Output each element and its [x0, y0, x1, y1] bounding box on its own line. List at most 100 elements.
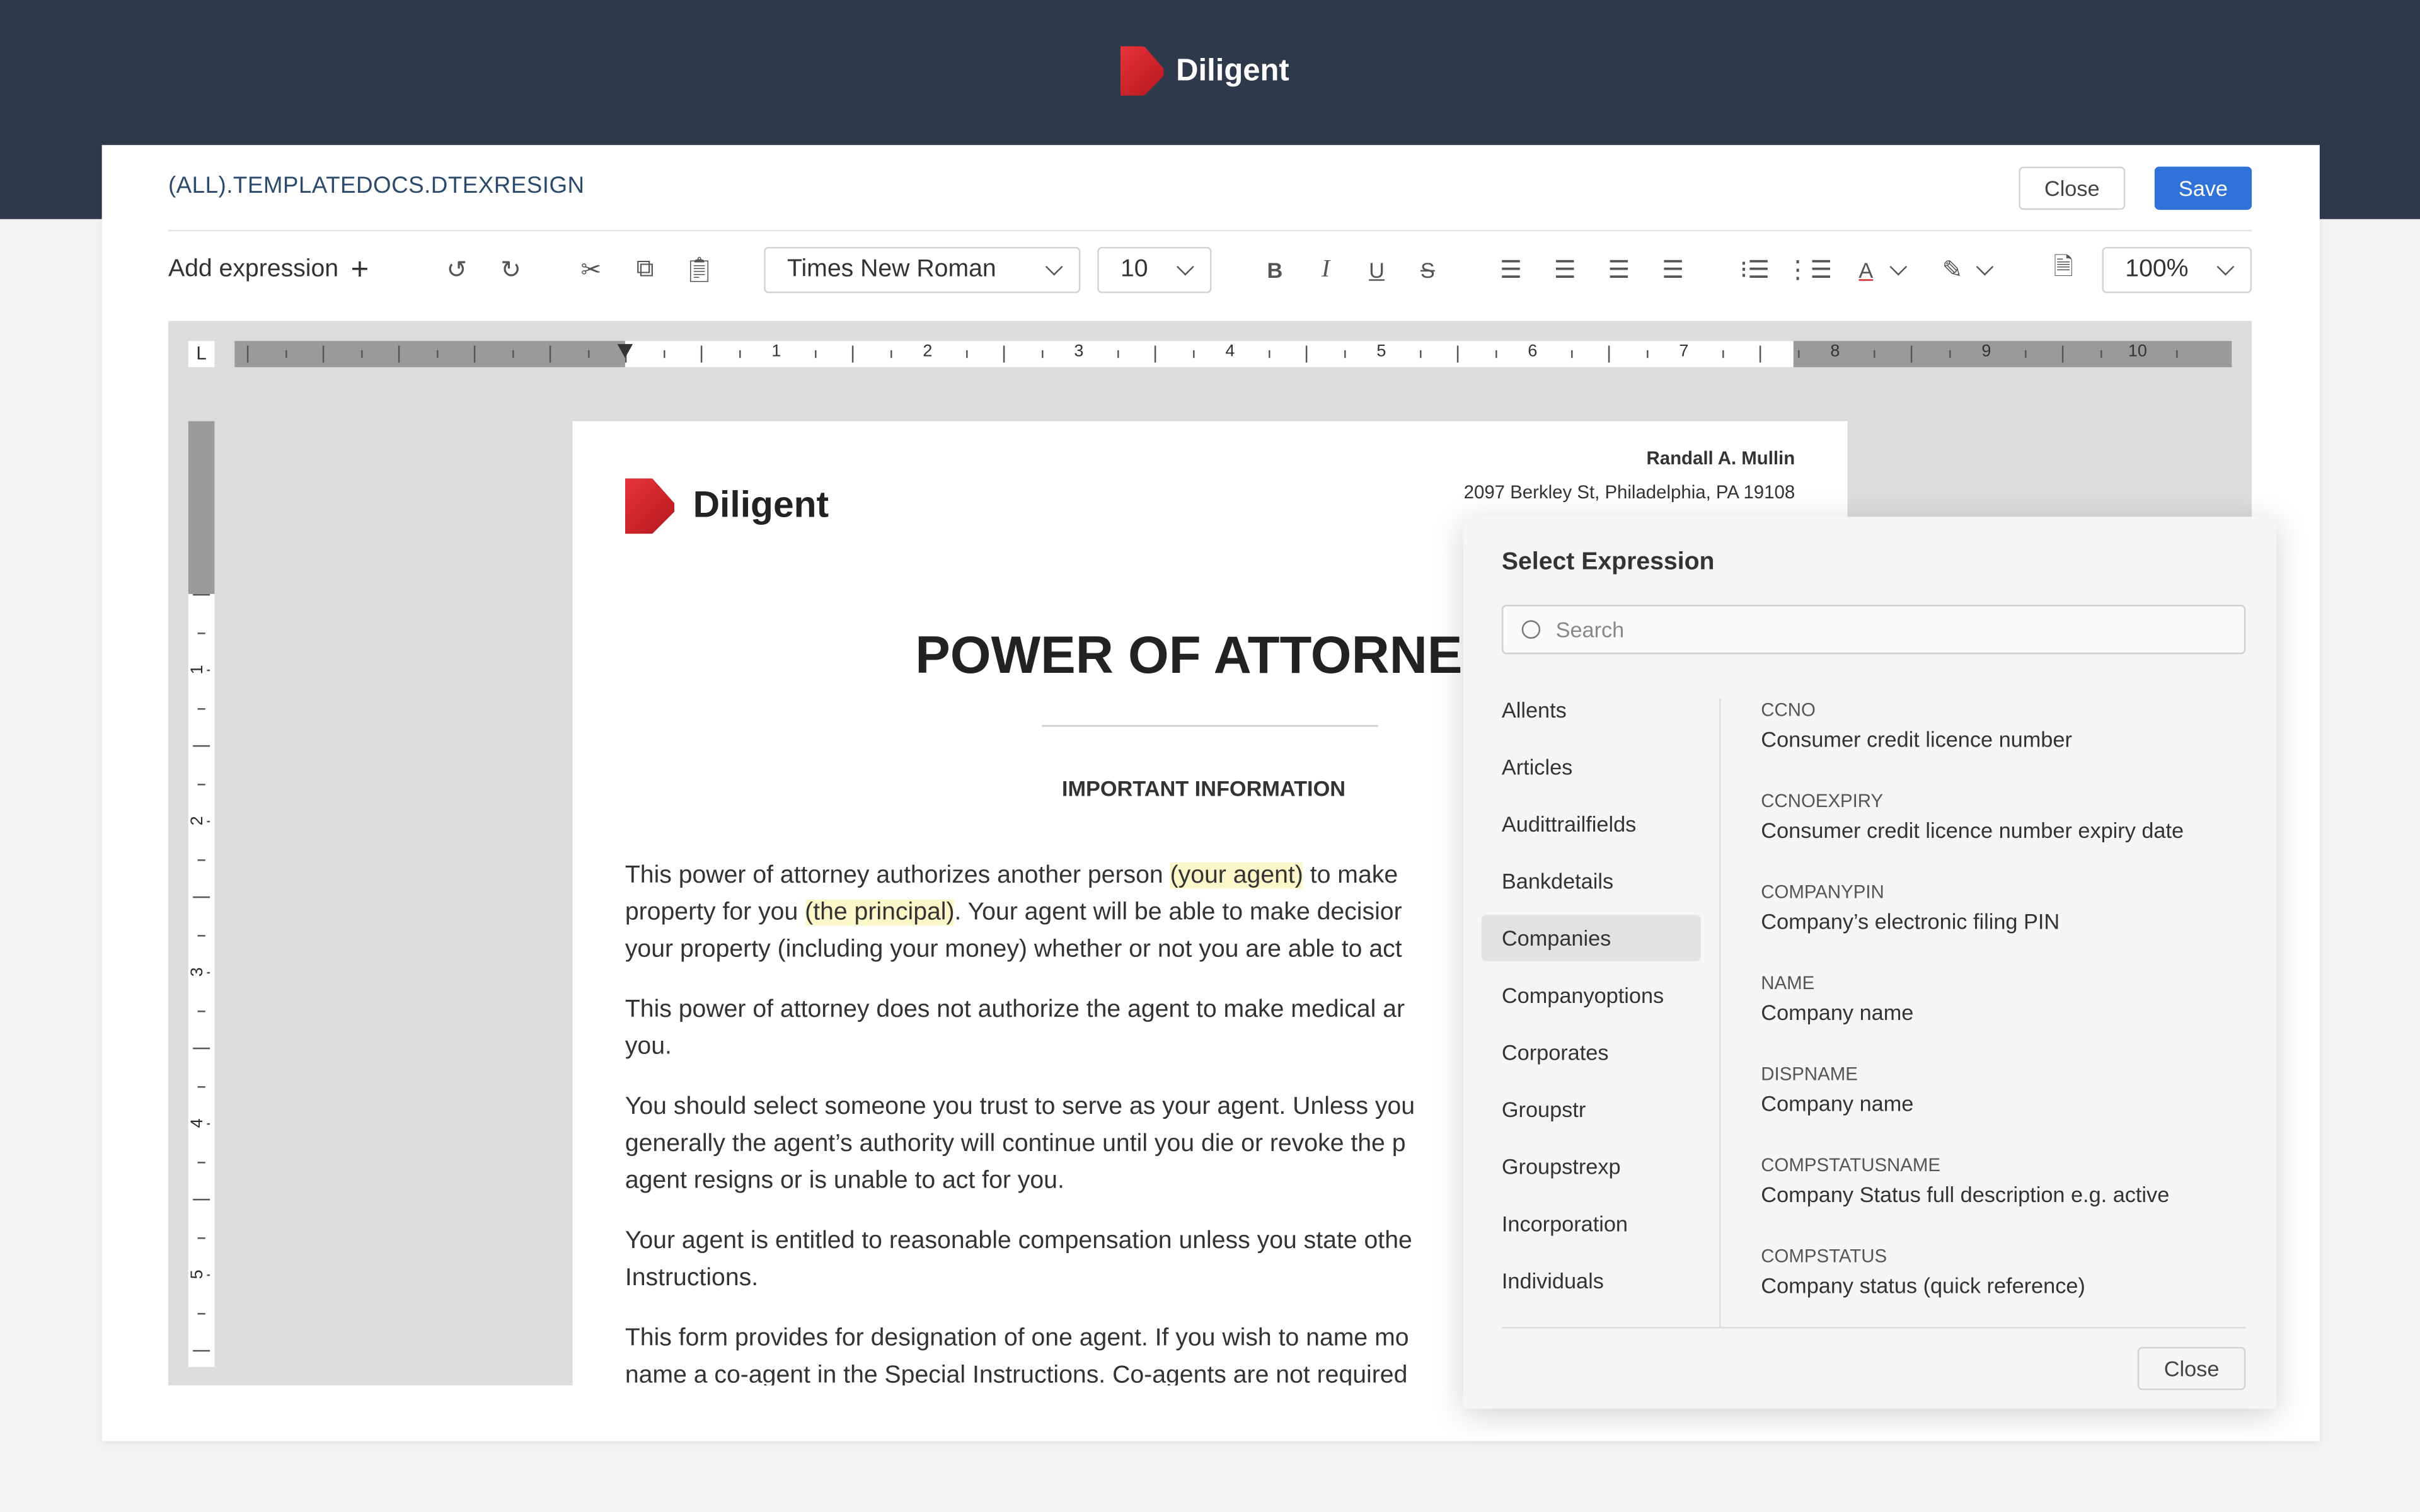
undo-icon[interactable]: ↺ — [437, 250, 477, 290]
expression-highlight[interactable]: (the principal) — [805, 899, 955, 926]
copy-icon[interactable]: ⧉ — [625, 250, 666, 290]
italic-icon[interactable]: I — [1306, 250, 1346, 290]
expression-key: CCNOEXPIRY — [1761, 789, 1884, 812]
ruler-tick — [1343, 350, 1345, 358]
text-color-button[interactable]: A — [1846, 247, 1908, 293]
bullet-list-icon[interactable]: ⁝☰ — [1735, 250, 1775, 290]
zoom-select[interactable]: 100% — [2102, 246, 2252, 294]
column-divider — [1719, 699, 1721, 1327]
ruler-tick — [193, 745, 210, 747]
text: property for you — [625, 899, 805, 926]
font-size-select[interactable]: 10 — [1097, 246, 1212, 294]
ruler-tick — [197, 707, 205, 709]
ruler-tick — [2061, 345, 2064, 363]
category-item[interactable]: Groupstr — [1482, 1086, 1701, 1132]
template-title: (ALL).TEMPLATEDOCS.DTEXRESIGN — [168, 173, 585, 199]
category-item[interactable]: Allents — [1482, 687, 1701, 733]
expression-highlight[interactable]: (your agent) — [1170, 862, 1303, 889]
ruler-tick — [549, 345, 551, 363]
category-item[interactable]: Incorporation — [1482, 1200, 1701, 1246]
ruler-tick — [197, 1236, 205, 1239]
ruler-tick — [360, 350, 362, 358]
expression-description: Company name — [1761, 1091, 1914, 1116]
expression-description: Company’s electronic filing PIN — [1761, 908, 2060, 934]
text: Your agent is entitled to reasonable com… — [625, 1228, 1412, 1255]
ruler-label: 1 — [188, 665, 207, 675]
category-item[interactable]: Companies — [1482, 915, 1701, 961]
cut-icon[interactable]: ✂ — [571, 250, 611, 290]
expression-key: CCNO — [1761, 699, 1816, 721]
search-input[interactable]: Search — [1501, 605, 2246, 655]
numbered-list-icon[interactable]: ⋮☰ — [1785, 250, 1832, 290]
expression-item[interactable]: COMPSTATUS Company status (quick referenc… — [1761, 1245, 2085, 1297]
paste-icon[interactable]: 📋︎ — [679, 250, 720, 290]
document-title: POWER OF ATTORNE — [915, 626, 1463, 685]
title-rule — [1042, 725, 1378, 727]
ruler-label: 5 — [188, 1269, 207, 1280]
ruler-tick — [193, 1349, 210, 1352]
expression-item[interactable]: NAME Company name — [1761, 972, 1913, 1024]
align-left-icon[interactable]: ☰ — [1491, 250, 1531, 290]
document-brand: Diligent — [693, 484, 829, 527]
ruler-tick — [1305, 345, 1308, 363]
chevron-down-icon — [1045, 258, 1063, 276]
sender-name: Randall A. Mullin — [1646, 447, 1795, 469]
ruler-tick — [511, 350, 514, 358]
tab-stop-selector[interactable]: L — [188, 341, 215, 367]
expression-item[interactable]: COMPSTATUSNAME Company Status full descri… — [1761, 1154, 2169, 1206]
ruler-tick — [1759, 345, 1761, 363]
category-item[interactable]: Articles — [1482, 743, 1701, 789]
expression-item[interactable]: CCNO Consumer credit licence number — [1761, 699, 2072, 751]
save-button[interactable]: Save — [2154, 166, 2252, 210]
indent-marker-icon[interactable] — [617, 344, 633, 358]
ruler-tick — [193, 593, 210, 596]
redo-icon[interactable]: ↻ — [491, 250, 531, 290]
text: This form provides for designation of on… — [625, 1325, 1409, 1352]
ruler-tick — [1570, 350, 1572, 358]
align-right-icon[interactable]: ☰ — [1599, 250, 1639, 290]
horizontal-ruler[interactable]: 1 2 3 4 5 6 7 8 9 10 — [234, 341, 2232, 367]
ruler-tick — [1192, 350, 1194, 358]
category-item[interactable]: Individuals — [1482, 1257, 1701, 1303]
page-setup-icon[interactable]: 🗎︎ — [2043, 250, 2083, 290]
category-item[interactable]: Companyoptions — [1482, 972, 1701, 1018]
text: You should select someone you trust to s… — [625, 1094, 1415, 1120]
popup-title: Select Expression — [1501, 549, 1715, 576]
align-justify-icon[interactable]: ☰ — [1653, 250, 1693, 290]
ruler-tick — [1419, 350, 1421, 358]
text-color-icon: A — [1858, 257, 1874, 283]
align-center-icon[interactable]: ☰ — [1545, 250, 1585, 290]
ruler-tick — [814, 350, 816, 358]
expression-key: DISPNAME — [1761, 1063, 1858, 1085]
expression-item[interactable]: COMPANYPIN Company’s electronic filing PI… — [1761, 881, 2060, 933]
brand-name: Diligent — [1176, 53, 1289, 88]
category-item[interactable]: Audittrailfields — [1482, 801, 1701, 847]
bold-icon[interactable]: B — [1255, 250, 1295, 290]
ruler-tick — [851, 345, 854, 363]
close-button[interactable]: Close — [2019, 166, 2126, 210]
category-item[interactable]: Corporates — [1482, 1029, 1701, 1075]
search-placeholder: Search — [1555, 617, 1625, 642]
category-item[interactable]: Bankdetails — [1482, 858, 1701, 904]
ruler-tick — [1003, 345, 1005, 363]
add-expression-button[interactable]: Add expression + — [168, 247, 369, 293]
text: . Your agent will be able to make decisi… — [954, 899, 1402, 926]
category-item[interactable]: Groupstrexp — [1482, 1143, 1701, 1189]
document-logo: Diligent — [625, 478, 829, 534]
zoom-value: 100% — [2125, 256, 2189, 283]
ruler-label: 10 — [2128, 342, 2147, 362]
popup-close-button[interactable]: Close — [2137, 1346, 2246, 1390]
expression-item[interactable]: CCNOEXPIRY Consumer credit licence number… — [1761, 790, 2184, 842]
ruler-label: 3 — [188, 967, 207, 977]
ruler-tick — [246, 345, 249, 363]
font-family-select[interactable]: Times New Roman — [764, 246, 1081, 294]
ruler-label: 3 — [1074, 342, 1084, 362]
vertical-ruler[interactable]: 1 2 3 4 5 — [188, 421, 215, 1367]
ruler-tick — [662, 350, 665, 358]
footer-divider — [1501, 1327, 2246, 1329]
expression-item[interactable]: DISPNAME Company name — [1761, 1063, 1913, 1115]
underline-icon[interactable]: U — [1357, 250, 1397, 290]
ruler-tick — [284, 350, 287, 358]
highlight-color-button[interactable]: ✎ — [1932, 247, 1994, 293]
strikethrough-icon[interactable]: S — [1407, 250, 1448, 290]
